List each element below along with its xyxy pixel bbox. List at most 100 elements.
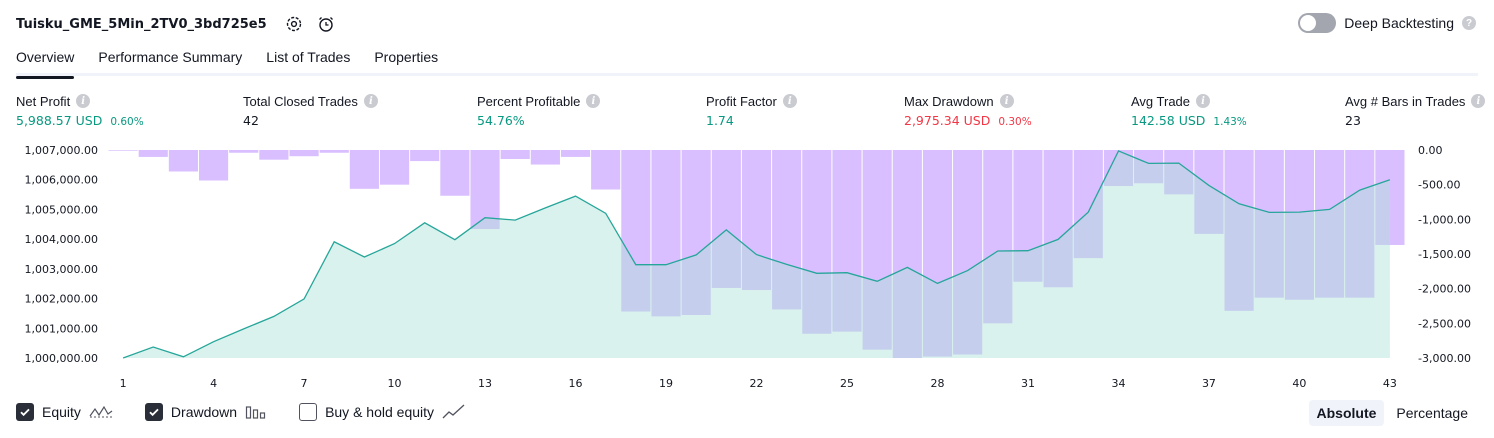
x-tick-label: 34 bbox=[1111, 377, 1125, 390]
y-left-tick-label: 1,000,000.00 bbox=[25, 352, 98, 365]
metric-profit-factor: Profit Factor i 1.74 bbox=[706, 92, 797, 128]
legend-label: Equity bbox=[42, 404, 81, 420]
x-tick-label: 25 bbox=[840, 377, 854, 390]
drawdown-bar bbox=[198, 150, 229, 181]
metric-net-profit: Net Profit i 5,988.57 USD 0.60% bbox=[16, 92, 144, 129]
x-tick-label: 37 bbox=[1202, 377, 1216, 390]
metric-value: 42 bbox=[243, 113, 259, 128]
tab-performance-summary[interactable]: Performance Summary bbox=[98, 46, 242, 76]
metric-value: 54.76% bbox=[477, 113, 525, 128]
metric-label: Net Profit bbox=[16, 93, 71, 109]
drawdown-bar bbox=[500, 150, 530, 160]
y-right-tick-label: -500.00 bbox=[1418, 179, 1460, 192]
gear-icon[interactable] bbox=[283, 13, 305, 35]
tab-properties[interactable]: Properties bbox=[374, 46, 438, 76]
y-right-tick-label: -2,000.00 bbox=[1418, 283, 1471, 296]
y-left-tick-label: 1,007,000.00 bbox=[25, 144, 98, 157]
info-icon[interactable]: i bbox=[1196, 94, 1211, 108]
x-tick-label: 13 bbox=[478, 377, 492, 390]
metric-value: 1.74 bbox=[706, 113, 734, 128]
x-tick-label: 1 bbox=[120, 377, 127, 390]
x-tick-label: 19 bbox=[659, 377, 673, 390]
drawdown-checkbox[interactable] bbox=[144, 403, 163, 421]
y-right-tick-label: -3,000.00 bbox=[1418, 352, 1471, 365]
metric-max-drawdown: Max Drawdown i 2,975.34 USD 0.30% bbox=[904, 92, 1032, 129]
tab-bar: Overview Performance Summary List of Tra… bbox=[16, 46, 1478, 79]
x-tick-label: 40 bbox=[1292, 377, 1306, 390]
info-icon[interactable]: i bbox=[586, 94, 601, 108]
x-tick-label: 43 bbox=[1383, 377, 1397, 390]
y-right-tick-label: 0.00 bbox=[1418, 144, 1443, 157]
metric-value: 2,975.34 USD bbox=[904, 113, 991, 128]
drawdown-bar bbox=[379, 150, 410, 185]
alarm-add-icon[interactable] bbox=[315, 13, 337, 35]
deep-backtesting-toggle[interactable] bbox=[1298, 13, 1337, 33]
metric-percent-profitable: Percent Profitable i 54.76% bbox=[477, 92, 601, 128]
info-icon[interactable]: i bbox=[76, 94, 91, 108]
legend-equity[interactable]: Equity bbox=[16, 403, 113, 421]
metric-label: Total Closed Trades bbox=[243, 93, 358, 109]
metric-avg-trade: Avg Trade i 142.58 USD 1.43% bbox=[1131, 92, 1247, 129]
drawdown-bar bbox=[591, 150, 621, 190]
drawdown-bar bbox=[530, 150, 560, 165]
deep-backtesting: Deep Backtesting ? bbox=[1298, 13, 1476, 33]
info-icon[interactable]: i bbox=[782, 94, 797, 108]
y-left-tick-label: 1,005,000.00 bbox=[25, 203, 98, 216]
tab-overview[interactable]: Overview bbox=[16, 46, 75, 79]
drawdown-bar bbox=[138, 150, 168, 157]
y-right-tick-label: -1,000.00 bbox=[1418, 213, 1471, 226]
tab-list-of-trades[interactable]: List of Trades bbox=[266, 46, 350, 76]
metric-avg-bars-in-trades: Avg # Bars in Trades i 23 bbox=[1345, 92, 1486, 128]
toggle-knob bbox=[1300, 15, 1317, 31]
metric-value: 23 bbox=[1345, 113, 1361, 128]
x-tick-label: 7 bbox=[301, 377, 308, 390]
equity-drawdown-chart[interactable]: 1,000,000.00 1,001,000.00 1,002,000.00 1,00… bbox=[0, 138, 1494, 398]
metric-label: Avg # Bars in Trades bbox=[1345, 93, 1466, 109]
y-left-tick-label: 1,003,000.00 bbox=[25, 263, 98, 276]
metric-value: 142.58 USD bbox=[1131, 113, 1206, 128]
legend-buy-hold-equity[interactable]: Buy & hold equity bbox=[299, 403, 466, 421]
equity-checkbox[interactable] bbox=[16, 403, 34, 421]
buy-hold-checkbox[interactable] bbox=[299, 403, 318, 421]
legend-label: Buy & hold equity bbox=[325, 404, 435, 420]
absolute-button[interactable]: Absolute bbox=[1308, 400, 1385, 426]
chart-legend: Equity Drawdown Buy & hold equity bbox=[16, 403, 498, 421]
legend-label: Drawdown bbox=[170, 404, 238, 420]
x-tick-label: 22 bbox=[750, 377, 764, 390]
info-icon[interactable]: i bbox=[363, 94, 378, 108]
drawdown-bar bbox=[410, 150, 440, 162]
metric-value: 5,988.57 USD bbox=[16, 113, 103, 128]
drawdown-bar bbox=[168, 150, 198, 172]
drawdown-bar bbox=[289, 150, 319, 157]
metric-label: Percent Profitable bbox=[477, 93, 581, 109]
metric-label: Profit Factor bbox=[706, 93, 777, 109]
y-right-tick-label: -2,500.00 bbox=[1418, 317, 1471, 330]
info-icon[interactable]: i bbox=[1471, 94, 1486, 108]
legend-drawdown[interactable]: Drawdown bbox=[144, 403, 267, 421]
y-left-tick-label: 1,004,000.00 bbox=[25, 233, 98, 246]
drawdown-bar bbox=[259, 150, 289, 160]
y-right-tick-label: -1,500.00 bbox=[1418, 248, 1471, 261]
info-icon[interactable]: i bbox=[999, 94, 1014, 108]
drawdown-bar bbox=[229, 150, 259, 153]
drawdown-bar bbox=[560, 150, 591, 157]
drawdown-bar bbox=[440, 150, 470, 196]
x-tick-label: 28 bbox=[930, 377, 944, 390]
drawdown-bar bbox=[108, 150, 138, 151]
y-left-tick-label: 1,006,000.00 bbox=[25, 174, 98, 187]
drawdown-bars-icon bbox=[245, 406, 266, 419]
metric-total-closed-trades: Total Closed Trades i 42 bbox=[243, 92, 378, 128]
y-left-tick-label: 1,001,000.00 bbox=[25, 322, 98, 335]
equity-line-icon bbox=[89, 405, 113, 418]
metric-label: Avg Trade bbox=[1131, 93, 1191, 109]
y-left-tick-label: 1,002,000.00 bbox=[25, 293, 98, 306]
x-tick-label: 4 bbox=[210, 377, 217, 390]
deep-backtesting-label: Deep Backtesting bbox=[1344, 15, 1454, 31]
buy-hold-line-icon bbox=[442, 404, 465, 419]
drawdown-bar bbox=[319, 150, 349, 153]
metric-percent: 0.60% bbox=[110, 116, 144, 128]
strategy-title: Tuisku_GME_5Min_2TV0_3bd725e5 bbox=[16, 16, 267, 32]
metric-percent: 0.30% bbox=[998, 116, 1032, 128]
help-icon[interactable]: ? bbox=[1462, 16, 1476, 30]
percentage-button[interactable]: Percentage bbox=[1388, 400, 1476, 426]
